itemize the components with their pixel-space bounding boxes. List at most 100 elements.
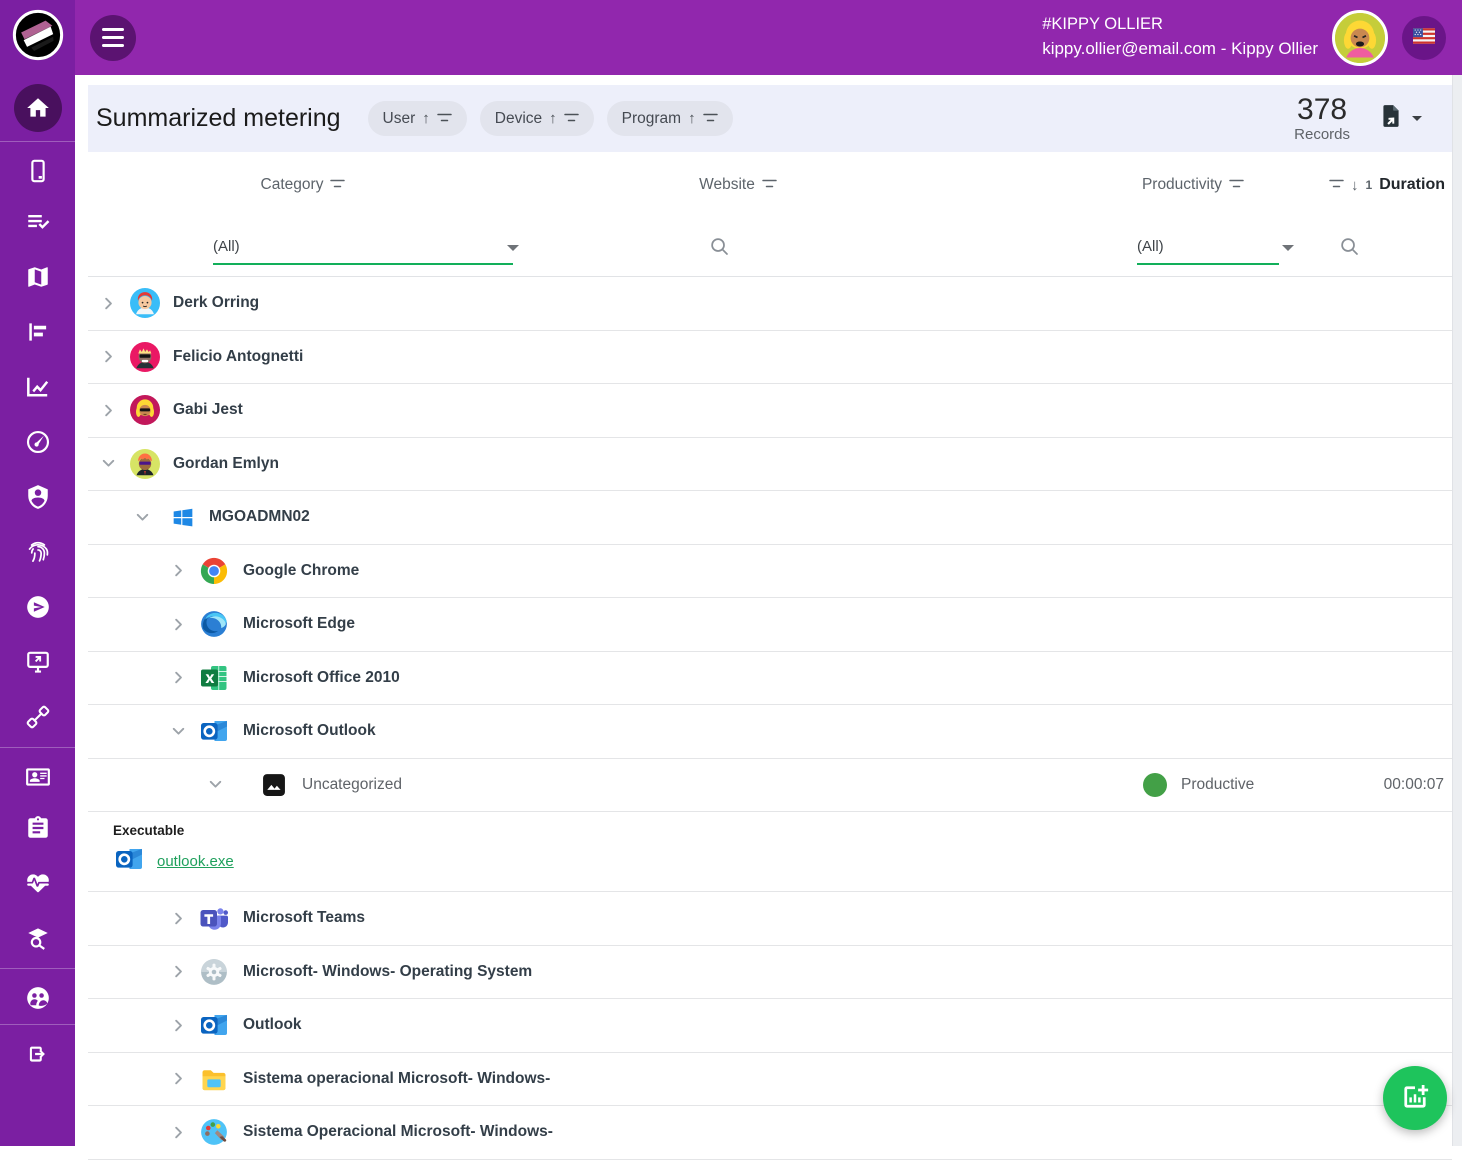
program-row[interactable]: Outlook (88, 999, 1452, 1053)
duration-cell: 00:00:07 (1384, 759, 1444, 812)
chevron-right-icon[interactable] (96, 398, 120, 422)
chevron-down-icon[interactable] (96, 452, 120, 476)
filter-icon[interactable] (1329, 176, 1344, 194)
program-row[interactable]: Sistema operacional Microsoft- Windows- (88, 1053, 1452, 1107)
gauge-icon (25, 429, 51, 460)
avatar[interactable] (1332, 10, 1388, 66)
column-header-website[interactable]: Website (648, 152, 828, 218)
shield-user-icon (25, 484, 51, 515)
website-search-button[interactable] (708, 235, 731, 261)
export-dropdown-caret[interactable] (1412, 116, 1422, 121)
sidebar-item-home[interactable] (0, 75, 75, 141)
row-name: Outlook (243, 1016, 302, 1034)
device-row[interactable]: MGOADMN02 (88, 491, 1452, 545)
chevron-right-icon[interactable] (166, 1067, 190, 1091)
bar-chart-icon (25, 319, 51, 350)
sidebar-item-people[interactable] (0, 969, 75, 1024)
device-icon (25, 158, 51, 189)
column-header-category[interactable]: Category (218, 152, 388, 218)
language-flag-button[interactable] (1402, 16, 1446, 60)
user-row[interactable]: Gordan Emlyn (88, 438, 1452, 492)
sidebar-item-line-chart[interactable] (0, 362, 75, 417)
sidebar-item-heart-pulse[interactable] (0, 858, 75, 913)
filter-icon[interactable] (762, 176, 777, 194)
export-button[interactable] (1378, 103, 1422, 134)
filter-icon[interactable] (330, 176, 345, 194)
add-chart-fab-button[interactable] (1383, 1066, 1447, 1130)
people-icon (25, 985, 51, 1016)
heart-pulse-icon (25, 870, 51, 901)
chrome-icon (198, 555, 230, 587)
chevron-right-icon[interactable] (166, 1120, 190, 1144)
sidebar-item-map[interactable] (0, 252, 75, 307)
sidebar-item-remote-desktop[interactable] (0, 637, 75, 692)
sort-desc-icon[interactable]: ↓ (1351, 177, 1359, 194)
sidebar-item-playlist-check[interactable] (0, 197, 75, 252)
category-row[interactable]: UncategorizedProductive00:00:07 (88, 759, 1452, 813)
records-counter: 378 Records (1294, 94, 1350, 143)
row-name: Felicio Antognetti (173, 348, 303, 366)
group-chip-device[interactable]: Device↑ (480, 101, 594, 136)
column-header-duration[interactable]: ↓ 1 Duration (1329, 152, 1445, 218)
program-row[interactable]: Microsoft Teams (88, 892, 1452, 946)
group-chip-user[interactable]: User↑ (368, 101, 467, 136)
productivity-filter-select[interactable]: (All) (1137, 229, 1279, 265)
chevron-right-icon[interactable] (96, 345, 120, 369)
sidebar-item-bar-chart[interactable] (0, 307, 75, 362)
folder-icon (198, 1063, 230, 1095)
sidebar-item-clipboard[interactable] (0, 803, 75, 858)
scrollbar[interactable] (1452, 75, 1462, 1146)
chevron-right-icon[interactable] (166, 666, 190, 690)
duration-search-button[interactable] (1338, 235, 1361, 261)
chevron-down-icon[interactable] (203, 773, 227, 797)
sort-asc-icon: ↑ (422, 110, 430, 127)
records-label: Records (1294, 126, 1350, 143)
sidebar-item-cable[interactable] (0, 692, 75, 747)
chevron-right-icon[interactable] (96, 291, 120, 315)
main-content: Summarized metering User↑Device↑Program↑… (88, 75, 1452, 1146)
outlook-icon (198, 715, 230, 747)
chevron-right-icon[interactable] (166, 612, 190, 636)
productivity-status-dot (1143, 773, 1167, 797)
chevron-right-icon[interactable] (166, 906, 190, 930)
program-row[interactable]: Microsoft Outlook (88, 705, 1452, 759)
user-row[interactable]: Derk Orring (88, 277, 1452, 331)
chevron-down-icon[interactable] (1282, 245, 1294, 251)
chip-label: Device (495, 110, 542, 128)
filter-icon (437, 110, 452, 128)
program-row[interactable]: Microsoft Edge (88, 598, 1452, 652)
column-header-productivity[interactable]: Productivity (1098, 152, 1288, 218)
records-count: 378 (1294, 94, 1350, 126)
program-row[interactable]: Microsoft- Windows- Operating System (88, 946, 1452, 1000)
user-row[interactable]: Felicio Antognetti (88, 331, 1452, 385)
us-flag-icon (1413, 25, 1435, 50)
app-logo[interactable] (0, 0, 75, 75)
user-row[interactable]: Gabi Jest (88, 384, 1452, 438)
sidebar-item-search-learning[interactable] (0, 913, 75, 968)
sidebar-item-send[interactable] (0, 582, 75, 637)
filter-icon[interactable] (1229, 176, 1244, 194)
group-chip-program[interactable]: Program↑ (607, 101, 733, 136)
program-row[interactable]: Sistema Operacional Microsoft- Windows- (88, 1106, 1452, 1160)
sidebar-item-fingerprint[interactable] (0, 527, 75, 582)
productivity-status-label: Productive (1181, 776, 1254, 794)
sidebar-item-gauge[interactable] (0, 417, 75, 472)
program-row[interactable]: Microsoft Office 2010 (88, 652, 1452, 706)
category-filter-select[interactable]: (All) (213, 229, 513, 265)
chevron-down-icon[interactable] (166, 719, 190, 743)
sidebar-item-device[interactable] (0, 142, 75, 197)
chevron-right-icon[interactable] (166, 559, 190, 583)
sidebar-item-id-card[interactable] (0, 748, 75, 803)
chevron-down-icon[interactable] (130, 505, 154, 529)
sort-asc-icon: ↑ (688, 110, 696, 127)
program-row[interactable]: Google Chrome (88, 545, 1452, 599)
sidebar-item-logout[interactable] (0, 1025, 75, 1080)
sidebar-item-shield-user[interactable] (0, 472, 75, 527)
chevron-right-icon[interactable] (166, 960, 190, 984)
chevron-down-icon[interactable] (507, 245, 519, 251)
clipboard-icon (25, 815, 51, 846)
executable-link[interactable]: outlook.exe (157, 853, 234, 870)
chevron-right-icon[interactable] (166, 1013, 190, 1037)
hamburger-menu-button[interactable] (90, 15, 136, 61)
top-bar: #KIPPY OLLIER kippy.ollier@email.com - K… (0, 0, 1462, 75)
